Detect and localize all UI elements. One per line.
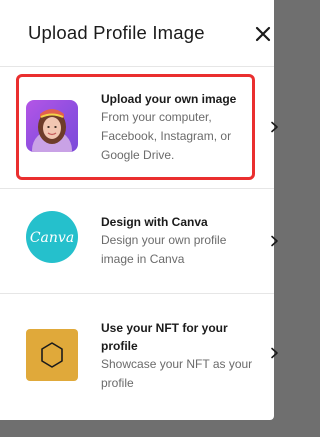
chevron-right-icon <box>271 235 278 247</box>
profile-photo-thumbnail <box>26 100 78 152</box>
chevron-right-icon <box>271 347 278 359</box>
person-photo-icon <box>32 109 72 152</box>
canva-logo: Canva <box>26 211 78 263</box>
design-with-canva-option[interactable]: Canva Design with Canva Design your own … <box>0 188 278 293</box>
upload-profile-image-dialog: Upload Profile Image Upload your own ima… <box>0 0 278 420</box>
modal-overlay: Upload Profile Image Upload your own ima… <box>0 0 279 437</box>
nft-hexagon-icon <box>41 342 63 368</box>
nft-thumbnail <box>26 329 78 381</box>
dialog-header: Upload Profile Image <box>0 0 274 67</box>
option-title: Design with Canva <box>101 215 208 229</box>
close-icon[interactable] <box>253 24 273 44</box>
option-description: Design your own profile image in Canva <box>101 233 227 266</box>
option-title: Use your NFT for your profile <box>101 321 228 353</box>
chevron-right-icon <box>271 121 278 133</box>
option-text: Upload your own image From your computer… <box>101 90 261 165</box>
option-description: From your computer, Facebook, Instagram,… <box>101 110 232 162</box>
option-text: Design with Canva Design your own profil… <box>101 213 261 269</box>
option-text: Use your NFT for your profile Showcase y… <box>101 319 261 393</box>
canva-wordmark: Canva <box>30 230 74 246</box>
canva-logo-text: Canva <box>30 230 74 246</box>
option-description: Showcase your NFT as your profile <box>101 357 253 390</box>
use-nft-option[interactable]: Use your NFT for your profile Showcase y… <box>0 293 278 407</box>
dialog-title: Upload Profile Image <box>28 22 205 43</box>
option-title: Upload your own image <box>101 92 237 106</box>
upload-own-image-option[interactable]: Upload your own image From your computer… <box>0 67 278 187</box>
